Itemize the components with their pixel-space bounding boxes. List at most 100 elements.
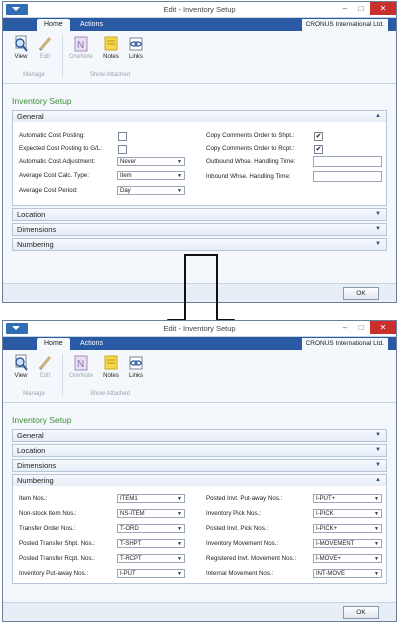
- edit-button[interactable]: Edit: [33, 354, 57, 379]
- location-fasttab[interactable]: Location ▼: [12, 444, 387, 457]
- average-cost-calc-type-select[interactable]: Item ▼: [117, 171, 185, 180]
- view-button[interactable]: View: [9, 354, 33, 379]
- notes-button-label: Notes: [103, 373, 119, 379]
- chevron-down-icon: ▼: [374, 496, 379, 502]
- inventory-movement-nos-select[interactable]: I-MOVEMENT ▼: [313, 539, 382, 548]
- minimize-icon[interactable]: –: [338, 2, 352, 15]
- chevron-down-icon[interactable]: ▼: [375, 460, 381, 471]
- location-fasttab-header[interactable]: Location ▼: [13, 209, 386, 220]
- transfer-order-nos-select[interactable]: T-ORD ▼: [117, 524, 185, 533]
- links-button[interactable]: Links: [124, 354, 148, 379]
- svg-text:N: N: [77, 359, 84, 370]
- onenote-button[interactable]: N OneNote: [69, 35, 93, 60]
- copy-comments-rcpt-label: Copy Comments Order to Rcpt.:: [206, 145, 295, 152]
- location-fasttab-header[interactable]: Location ▼: [13, 445, 386, 456]
- general-fasttab-header[interactable]: General ▼: [13, 430, 386, 441]
- chevron-down-icon: ▼: [177, 556, 182, 562]
- chevron-down-icon: ▼: [374, 526, 379, 532]
- posted-invt-pick-nos-select[interactable]: I-PICK+ ▼: [313, 524, 382, 533]
- inbound-whse-handling-time-input[interactable]: [313, 171, 382, 182]
- dimensions-fasttab[interactable]: Dimensions ▼: [12, 459, 387, 472]
- non-stock-item-nos-select[interactable]: NS-ITEM ▼: [117, 509, 185, 518]
- inbound-whse-handling-time-label: Inbound Whse. Handling Time:: [206, 173, 291, 180]
- svg-text:N: N: [77, 40, 84, 51]
- links-button-label: Links: [128, 54, 143, 60]
- average-cost-period-value: Day: [120, 188, 131, 194]
- posted-transfer-shpt-nos-select[interactable]: T-SHPT ▼: [117, 539, 185, 548]
- chevron-down-icon[interactable]: ▼: [375, 430, 381, 441]
- ribbon-separator: [62, 35, 63, 77]
- ok-button[interactable]: OK: [343, 606, 379, 619]
- edit-button[interactable]: Edit: [33, 35, 57, 60]
- dimensions-fasttab-title: Dimensions: [17, 461, 57, 470]
- links-button[interactable]: Links: [124, 35, 148, 60]
- maximize-icon[interactable]: □: [354, 321, 368, 334]
- inventory-setup-window-after: Edit - Inventory Setup – □ ✕ Home Action…: [2, 320, 397, 622]
- posted-transfer-rcpt-nos-select[interactable]: T-RCPT ▼: [117, 554, 185, 563]
- onenote-button[interactable]: N OneNote: [69, 354, 93, 379]
- tab-actions[interactable]: Actions: [73, 338, 110, 350]
- chevron-up-icon[interactable]: ▲: [375, 111, 381, 122]
- automatic-cost-posting-checkbox[interactable]: [118, 132, 127, 141]
- view-button[interactable]: View: [9, 35, 33, 60]
- ribbon-tabs: Home Actions CRONUS International Ltd.: [3, 18, 396, 31]
- page-title: Inventory Setup: [12, 96, 72, 106]
- tab-actions[interactable]: Actions: [73, 19, 110, 31]
- onenote-icon: N: [73, 354, 89, 371]
- general-fasttab[interactable]: General ▼: [12, 429, 387, 442]
- outbound-whse-handling-time-input[interactable]: [313, 156, 382, 167]
- chevron-down-icon[interactable]: ▼: [375, 445, 381, 456]
- numbering-fasttab-header[interactable]: Numbering ▼: [13, 239, 386, 250]
- tab-home[interactable]: Home: [37, 338, 70, 350]
- expected-cost-posting-checkbox[interactable]: [118, 145, 127, 154]
- notes-button[interactable]: Notes: [99, 35, 123, 60]
- chevron-down-icon[interactable]: ▼: [375, 209, 381, 220]
- notes-icon: [103, 354, 119, 371]
- copy-comments-shpt-label: Copy Comments Order to Shpt.:: [206, 132, 295, 139]
- inventory-pick-nos-select[interactable]: I-PICK ▼: [313, 509, 382, 518]
- close-icon[interactable]: ✕: [370, 2, 396, 15]
- numbering-fasttab[interactable]: Numbering ▼: [12, 238, 387, 251]
- inventory-put-away-nos-select[interactable]: I-PUT ▼: [117, 569, 185, 578]
- dimensions-fasttab-header[interactable]: Dimensions ▼: [13, 460, 386, 471]
- average-cost-calc-type-label: Average Cost Calc. Type:: [19, 172, 89, 179]
- onenote-button-label: OneNote: [69, 373, 94, 379]
- chevron-down-icon[interactable]: ▼: [375, 239, 381, 250]
- inventory-pick-nos-value: I-PICK: [316, 511, 334, 517]
- chevron-down-icon[interactable]: ▼: [375, 224, 381, 235]
- chevron-down-icon: ▼: [374, 556, 379, 562]
- dimensions-fasttab[interactable]: Dimensions ▼: [12, 223, 387, 236]
- outbound-whse-handling-time-label: Outbound Whse. Handling Time:: [206, 158, 296, 165]
- posted-invt-put-away-nos-select[interactable]: I-PUT+ ▼: [313, 494, 382, 503]
- automatic-cost-adjustment-select[interactable]: Never ▼: [117, 157, 185, 166]
- general-fasttab-title: General: [17, 431, 44, 440]
- general-fasttab-header[interactable]: General ▲: [13, 111, 386, 122]
- internal-movement-nos-select[interactable]: INT-MOVE ▼: [313, 569, 382, 578]
- numbering-fasttab-header[interactable]: Numbering ▲: [13, 475, 386, 486]
- ribbon-tabs: Home Actions CRONUS International Ltd.: [3, 337, 396, 350]
- minimize-icon[interactable]: –: [338, 321, 352, 334]
- inventory-movement-nos-value: I-MOVEMENT: [316, 541, 355, 547]
- numbering-fasttab-title: Numbering: [17, 476, 54, 485]
- copy-comments-shpt-checkbox[interactable]: ✔: [314, 132, 323, 141]
- chevron-up-icon[interactable]: ▲: [375, 475, 381, 486]
- magnifier-icon: [13, 354, 29, 371]
- dimensions-fasttab-header[interactable]: Dimensions ▼: [13, 224, 386, 235]
- automatic-cost-adjustment-label: Automatic Cost Adjustment:: [19, 158, 96, 165]
- item-nos-label: Item Nos.:: [19, 495, 48, 502]
- notes-button-label: Notes: [103, 54, 119, 60]
- expected-cost-posting-label: Expected Cost Posting to G/L:: [19, 145, 102, 152]
- notes-button[interactable]: Notes: [99, 354, 123, 379]
- copy-comments-rcpt-checkbox[interactable]: ✔: [314, 145, 323, 154]
- ok-button[interactable]: OK: [343, 287, 379, 300]
- item-nos-value: ITEM1: [120, 496, 138, 502]
- close-icon[interactable]: ✕: [370, 321, 396, 334]
- chevron-down-icon: ▼: [374, 571, 379, 577]
- registered-invt-movement-nos-select[interactable]: I-MOVE+ ▼: [313, 554, 382, 563]
- item-nos-select[interactable]: ITEM1 ▼: [117, 494, 185, 503]
- maximize-icon[interactable]: □: [354, 2, 368, 15]
- location-fasttab[interactable]: Location ▼: [12, 208, 387, 221]
- links-icon: [128, 354, 144, 371]
- tab-home[interactable]: Home: [37, 19, 70, 31]
- average-cost-period-select[interactable]: Day ▼: [117, 186, 185, 195]
